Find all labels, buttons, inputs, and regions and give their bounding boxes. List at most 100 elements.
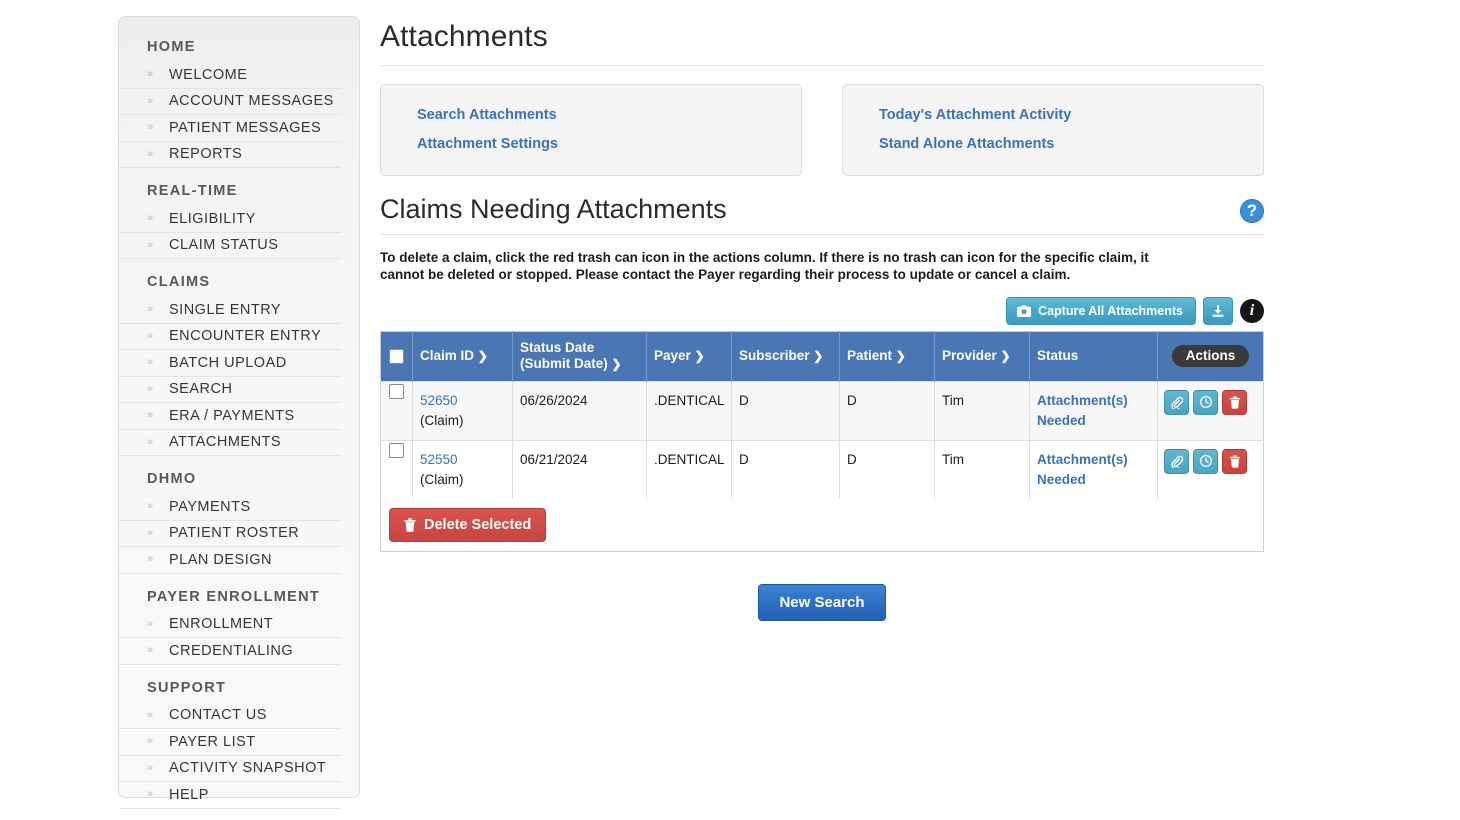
link-search-attachments[interactable]: Search Attachments [417,107,801,123]
cell-subscriber: D [731,380,840,440]
double-chevron-icon: » [147,238,153,251]
new-search-row: New Search [380,583,1264,621]
sidebar-item-single-entry[interactable]: » SINGLE ENTRY [119,297,341,324]
sidebar-group-payer-enrollment: PAYER ENROLLMENT » ENROLLMENT » CREDENTIALIN… [119,589,359,665]
column-subscriber[interactable]: Subscriber ❯ [731,331,840,381]
double-chevron-icon: » [147,147,153,160]
paperclip-action-button[interactable] [1164,448,1189,474]
cell-payer: .DENTICAL [646,380,732,440]
sidebar-item-credentialing[interactable]: » CREDENTIALING [119,638,341,665]
sidebar-item-welcome[interactable]: » WELCOME [119,62,341,89]
double-chevron-icon: » [147,382,153,395]
actions-pill-label: Actions [1171,345,1250,367]
sidebar-item-attachments[interactable]: » ATTACHMENTS [119,430,341,456]
paperclip-icon [1170,455,1183,468]
sidebar-item-eligibility[interactable]: » ELIGIBILITY [119,206,341,233]
cell-actions [1157,380,1264,440]
claim-id-link[interactable]: 52650 [420,393,458,408]
download-icon [1211,304,1225,318]
sidebar-item-claim-status[interactable]: » CLAIM STATUS [119,233,341,259]
sort-caret-icon: ❯ [477,349,488,363]
delete-selected-cell: Delete Selected [380,498,1264,551]
sidebar-item-activity-snapshot[interactable]: » ACTIVITY SNAPSHOT [119,756,341,782]
cell-status: Attachment(s) Needed [1029,380,1158,440]
new-search-button[interactable]: New Search [758,583,886,621]
status-link[interactable]: Attachment(s) Needed [1037,452,1128,487]
column-patient-label: Patient [847,348,893,363]
row-select-checkbox[interactable] [389,384,404,400]
clock-icon [1199,395,1213,409]
table-row: 52650 (Claim) 06/26/2024 .DENTICAL D D Tim Atta… [380,380,1264,440]
claim-id-link[interactable]: 52550 [420,452,458,467]
column-status-date-label: Status Date [520,340,595,355]
link-attachment-settings[interactable]: Attachment Settings [417,136,801,152]
column-submit-date-label: (Submit Date) [520,356,608,371]
sidebar-group-heading: PAYER ENROLLMENT [147,588,321,605]
sidebar-item-contact-us[interactable]: » CONTACT US [119,703,341,729]
sidebar-group-home: HOME » WELCOME » ACCOUNT MESSAGES » PATIENT ME… [119,39,359,168]
info-icon[interactable]: i [1240,298,1264,323]
main-content: Attachments Search Attachments Attachmen… [380,20,1264,621]
sidebar-item-label: ACCOUNT MESSAGES [169,93,334,110]
sidebar-item-batch-upload[interactable]: » BATCH UPLOAD [119,350,341,377]
double-chevron-icon: » [147,761,153,774]
double-chevron-icon: » [147,644,153,657]
row-select-cell [380,439,413,499]
sidebar-item-enrollment[interactable]: » ENROLLMENT [119,612,341,638]
sidebar-item-patient-messages[interactable]: » PATIENT MESSAGES [119,115,341,142]
cell-patient: D [839,380,935,440]
column-patient[interactable]: Patient ❯ [839,331,935,381]
sidebar-item-reports[interactable]: » REPORTS [119,142,341,168]
status-link[interactable]: Attachment(s) Needed [1037,393,1128,428]
column-payer[interactable]: Payer ❯ [646,331,732,381]
sidebar-group-heading: DHMO [147,471,197,487]
cell-claim-id: 52650 (Claim) [412,380,513,440]
clock-action-button[interactable] [1193,389,1218,415]
sidebar-item-patient-roster[interactable]: » PATIENT ROSTER [119,521,341,547]
sidebar-item-label: SINGLE ENTRY [169,301,282,318]
sidebar-item-search[interactable]: » SEARCH [119,377,341,403]
double-chevron-icon: » [147,409,153,422]
cell-provider: Tim [934,439,1030,499]
cell-claim-id: 52550 (Claim) [412,439,513,499]
sidebar-item-account-messages[interactable]: » ACCOUNT MESSAGES [119,89,341,115]
sidebar-item-encounter-entry[interactable]: » ENCOUNTER ENTRY [119,324,341,350]
column-subscriber-label: Subscriber [739,348,810,363]
column-status-date[interactable]: Status Date (Submit Date) ❯ [512,331,647,381]
trash-action-button[interactable] [1222,448,1247,474]
link-stand-alone-attachments[interactable]: Stand Alone Attachments [879,136,1263,152]
cell-provider: Tim [934,380,1030,440]
sidebar-item-label: PAYER LIST [169,733,256,750]
select-all-checkbox[interactable] [389,348,404,364]
camera-icon [1017,305,1032,317]
link-todays-attachment-activity[interactable]: Today's Attachment Activity [879,107,1263,123]
double-chevron-icon: » [147,212,153,225]
quick-links-panels: Search Attachments Attachment Settings T… [380,84,1264,176]
sidebar-item-help[interactable]: » HELP [119,782,341,809]
help-icon[interactable]: ? [1240,199,1264,223]
paperclip-action-button[interactable] [1164,389,1189,415]
trash-action-button[interactable] [1222,389,1247,415]
delete-selected-button[interactable]: Delete Selected [389,507,547,542]
claim-type-label: (Claim) [420,471,464,487]
sidebar-item-payments[interactable]: » PAYMENTS [119,494,341,521]
column-actions: Actions [1157,331,1264,381]
sidebar-group-support: SUPPORT » CONTACT US » PAYER LIST » ACTIVITY S… [119,680,359,809]
cell-payer: .DENTICAL [646,439,732,499]
column-claim-id[interactable]: Claim ID ❯ [412,331,513,381]
panel-activity-links: Today's Attachment Activity Stand Alone … [842,84,1264,176]
double-chevron-icon: » [147,68,153,81]
download-button[interactable] [1203,296,1233,325]
sidebar-item-plan-design[interactable]: » PLAN DESIGN [119,547,341,574]
sidebar-item-label: REPORTS [169,146,243,163]
app-page: HOME » WELCOME » ACCOUNT MESSAGES » PATIENT ME… [0,0,1460,820]
sort-caret-icon: ❯ [895,349,906,363]
sidebar-item-payer-list[interactable]: » PAYER LIST [119,729,341,756]
sidebar-group-heading: CLAIMS [147,274,211,290]
section-title: Claims Needing Attachments [380,194,727,224]
sidebar-item-era-payments[interactable]: » ERA / PAYMENTS [119,403,341,430]
clock-action-button[interactable] [1193,448,1218,474]
capture-all-attachments-button[interactable]: Capture All Attachments [1006,296,1196,325]
row-select-checkbox[interactable] [389,443,404,459]
column-provider[interactable]: Provider ❯ [934,331,1030,381]
